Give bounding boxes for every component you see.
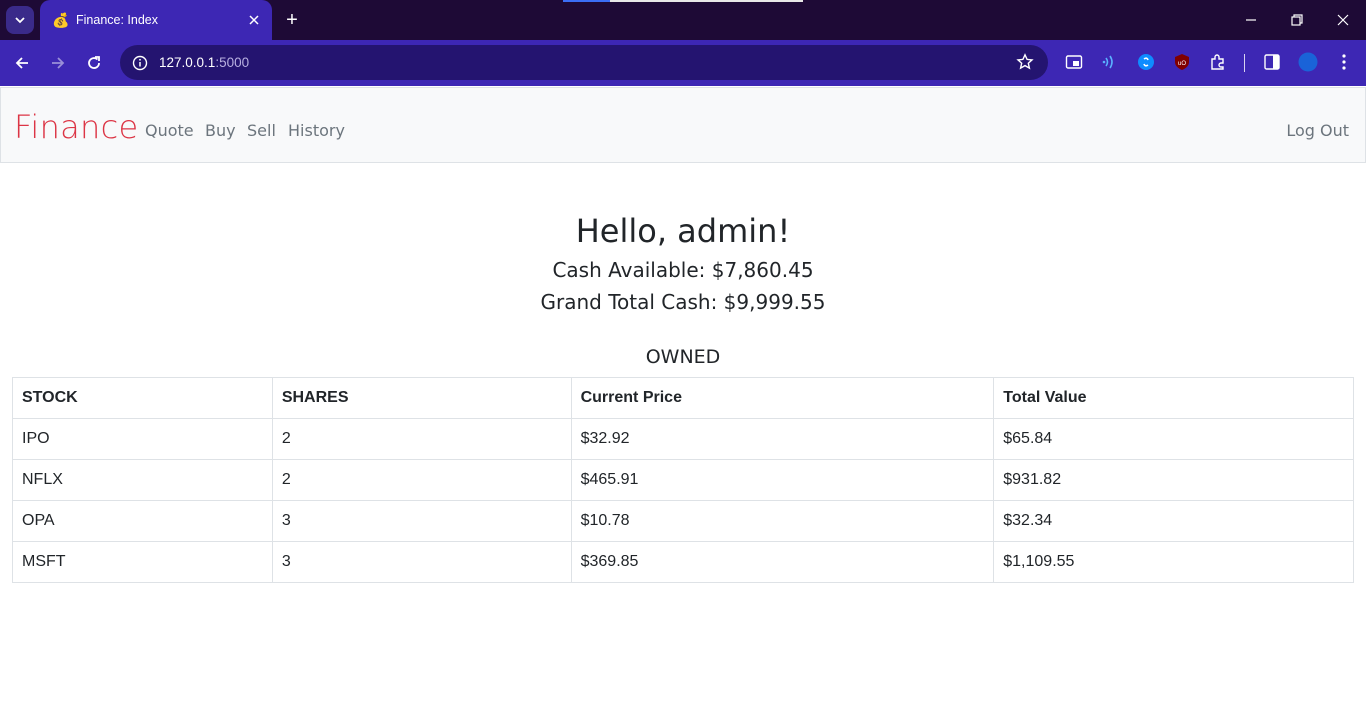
restore-icon xyxy=(1291,14,1303,26)
arrow-right-icon xyxy=(52,57,65,69)
column-header-shares: SHARES xyxy=(271,377,572,419)
app-navbar: Finance Quote Buy Sell History Log Out xyxy=(0,87,1366,163)
loading-indicator xyxy=(563,0,803,2)
greeting-heading: Hello, admin! xyxy=(575,212,791,250)
table-row: OPA 3 $10.78 $32.34 xyxy=(12,500,1354,542)
cell-shares: 2 xyxy=(271,418,572,460)
shazam-icon[interactable] xyxy=(1136,52,1156,72)
reload-button[interactable] xyxy=(80,49,108,77)
cell-total-value: $931.82 xyxy=(993,459,1354,501)
bookmark-star-icon[interactable] xyxy=(1016,53,1034,71)
restore-button[interactable] xyxy=(1274,0,1320,40)
table-row: NFLX 2 $465.91 $931.82 xyxy=(12,459,1354,501)
kebab-menu-icon[interactable] xyxy=(1334,52,1354,72)
nav-link-sell[interactable]: Sell xyxy=(247,121,276,140)
table-header-row: STOCK SHARES Current Price Total Value xyxy=(12,377,1354,419)
minimize-button[interactable] xyxy=(1228,0,1274,40)
cell-total-value: $32.34 xyxy=(993,500,1354,542)
profile-avatar[interactable] xyxy=(1298,52,1318,72)
column-header-stock: STOCK xyxy=(12,377,273,419)
reload-icon xyxy=(88,56,100,69)
cell-shares: 3 xyxy=(271,500,572,542)
side-panel-icon[interactable] xyxy=(1262,52,1282,72)
browser-tab-bar: 💰 Finance: Index + xyxy=(0,0,1366,40)
forward-button[interactable] xyxy=(44,49,72,77)
nav-link-quote[interactable]: Quote xyxy=(145,121,194,140)
tab-close-icon[interactable] xyxy=(246,12,262,28)
nav-link-history[interactable]: History xyxy=(288,121,345,140)
chevron-down-icon xyxy=(15,17,25,24)
cell-current-price: $369.85 xyxy=(570,541,995,583)
back-button[interactable] xyxy=(8,49,36,77)
cell-stock: OPA xyxy=(12,500,273,542)
read-aloud-icon[interactable] xyxy=(1100,52,1120,72)
logout-link[interactable]: Log Out xyxy=(1286,121,1349,140)
table-row: IPO 2 $32.92 $65.84 xyxy=(12,418,1354,460)
svg-text:uO: uO xyxy=(1178,61,1186,67)
site-info-icon[interactable] xyxy=(130,53,150,73)
owned-heading: OWNED xyxy=(645,346,721,368)
cell-stock: IPO xyxy=(12,418,273,460)
new-tab-button[interactable]: + xyxy=(281,9,303,31)
cell-shares: 3 xyxy=(271,541,572,583)
browser-toolbar: 127.0.0.1:5000 uO xyxy=(0,40,1366,86)
url-text: 127.0.0.1:5000 xyxy=(159,55,250,70)
cell-total-value: $65.84 xyxy=(993,418,1354,460)
cell-total-value: $1,109.55 xyxy=(993,541,1354,583)
tab-list-button[interactable] xyxy=(6,6,34,34)
tab-title: Finance: Index xyxy=(76,13,158,27)
minimize-icon xyxy=(1246,19,1256,21)
cell-current-price: $465.91 xyxy=(570,459,995,501)
ublock-origin-icon[interactable]: uO xyxy=(1172,52,1192,72)
cell-current-price: $10.78 xyxy=(570,500,995,542)
table-row: MSFT 3 $369.85 $1,109.55 xyxy=(12,541,1354,583)
arrow-left-icon xyxy=(15,57,28,69)
close-window-button[interactable] xyxy=(1320,0,1366,40)
cell-stock: MSFT xyxy=(12,541,273,583)
close-icon xyxy=(1337,14,1349,26)
extensions-puzzle-icon[interactable] xyxy=(1208,52,1228,72)
cell-current-price: $32.92 xyxy=(570,418,995,460)
picture-in-picture-icon[interactable] xyxy=(1064,52,1084,72)
cash-available: Cash Available: $7,860.45 xyxy=(552,258,814,282)
cell-stock: NFLX xyxy=(12,459,273,501)
money-bag-icon: 💰 xyxy=(52,12,70,28)
nav-link-buy[interactable]: Buy xyxy=(205,121,236,140)
cell-shares: 2 xyxy=(271,459,572,501)
address-bar[interactable]: 127.0.0.1:5000 xyxy=(120,45,1048,80)
toolbar-separator xyxy=(1244,54,1245,72)
browser-tab-active[interactable]: 💰 Finance: Index xyxy=(40,0,272,40)
column-header-current-price: Current Price xyxy=(570,377,995,419)
column-header-total-value: Total Value xyxy=(993,377,1354,419)
brand-logo[interactable]: Finance xyxy=(14,108,139,146)
grand-total-cash: Grand Total Cash: $9,999.55 xyxy=(540,290,826,314)
holdings-table: STOCK SHARES Current Price Total Value I… xyxy=(12,377,1354,583)
